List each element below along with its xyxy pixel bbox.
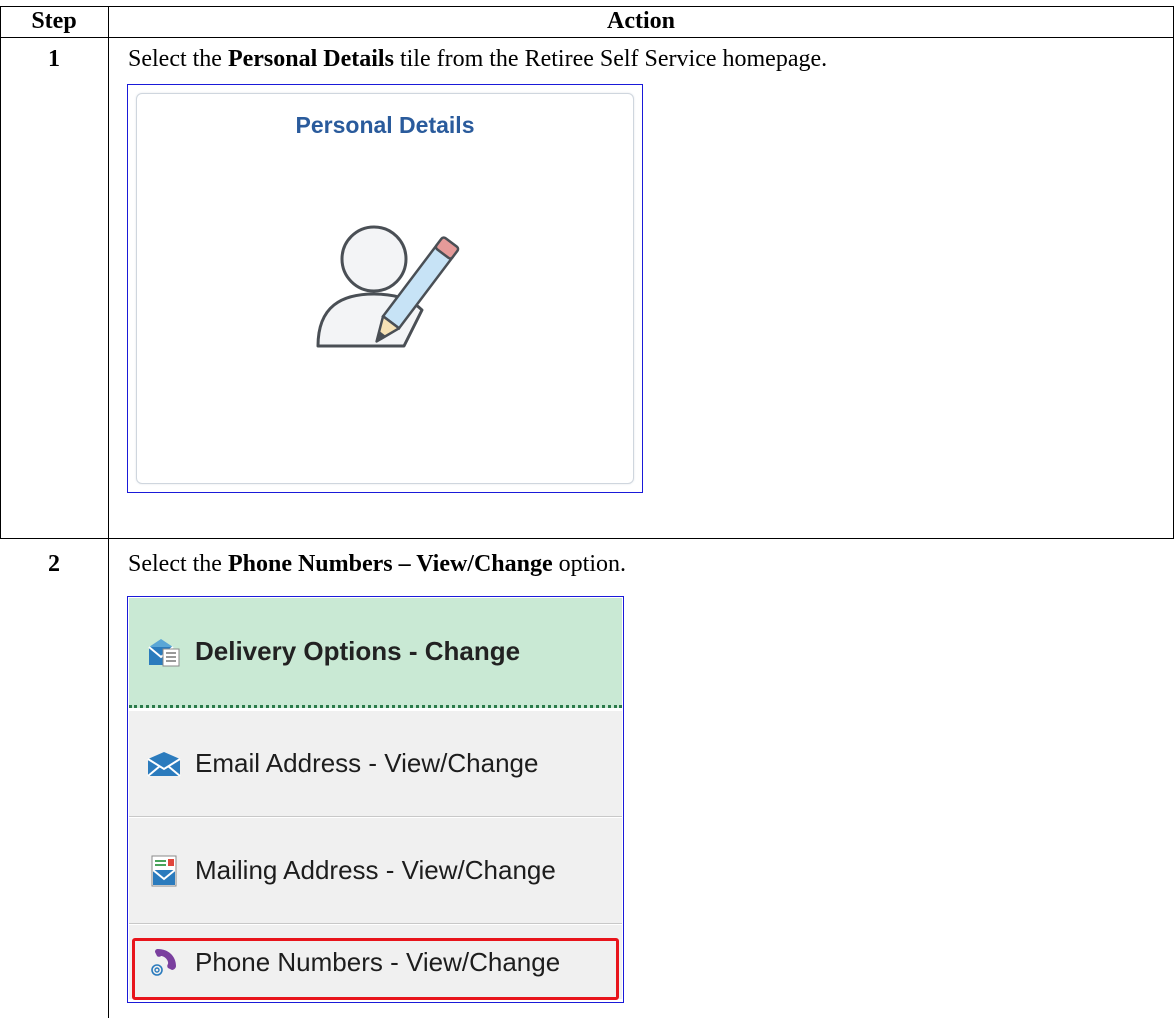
step-1-text-bold: Personal Details [227, 46, 394, 72]
header-bottom-border [0, 37, 1174, 38]
step-number-1: 1 [48, 46, 60, 72]
step-2-text-bold: Phone Numbers – View/Change [227, 551, 553, 577]
step-2-instruction: Select the Phone Numbers – View/Change o… [128, 551, 626, 577]
row-1-bottom-border [0, 538, 1174, 539]
menu-item-label: Delivery Options - Change [195, 636, 521, 666]
user-edit-icon [302, 214, 482, 369]
delivery-options-icon [145, 633, 183, 671]
personal-details-screenshot: Personal Details [127, 84, 643, 493]
phone-at-icon [145, 943, 183, 981]
menu-item-mailing-address[interactable]: Mailing Address - View/Change [129, 818, 622, 924]
menu-item-label: Mailing Address - View/Change [195, 855, 556, 885]
step-number-2: 2 [48, 551, 60, 577]
email-envelope-icon [145, 745, 183, 783]
step-2-text-after: option. [552, 551, 626, 577]
menu-item-email-address[interactable]: Email Address - View/Change [129, 711, 622, 817]
table-top-border [0, 6, 1174, 7]
table-left-border [0, 6, 1, 539]
menu-item-label: Email Address - View/Change [195, 748, 539, 778]
menu-item-label: Phone Numbers - View/Change [195, 946, 561, 977]
step-1-text-before: Select the [128, 46, 228, 72]
tile-title: Personal Details [295, 112, 475, 138]
step-1-instruction: Select the Personal Details tile from th… [128, 46, 827, 72]
column-divider [108, 6, 109, 1018]
step-1-text-after: tile from the Retiree Self Service homep… [393, 46, 828, 72]
header-action: Action [607, 8, 675, 34]
personal-details-tile[interactable]: Personal Details [136, 93, 634, 484]
personal-details-menu-screenshot: Delivery Options - Change Email Address … [127, 596, 624, 1003]
mailing-address-icon [145, 852, 183, 890]
header-step: Step [31, 8, 77, 34]
step-2-text-before: Select the [128, 551, 228, 577]
menu-item-delivery-options[interactable]: Delivery Options - Change [129, 598, 622, 708]
menu-item-phone-numbers[interactable]: Phone Numbers - View/Change [129, 925, 622, 999]
